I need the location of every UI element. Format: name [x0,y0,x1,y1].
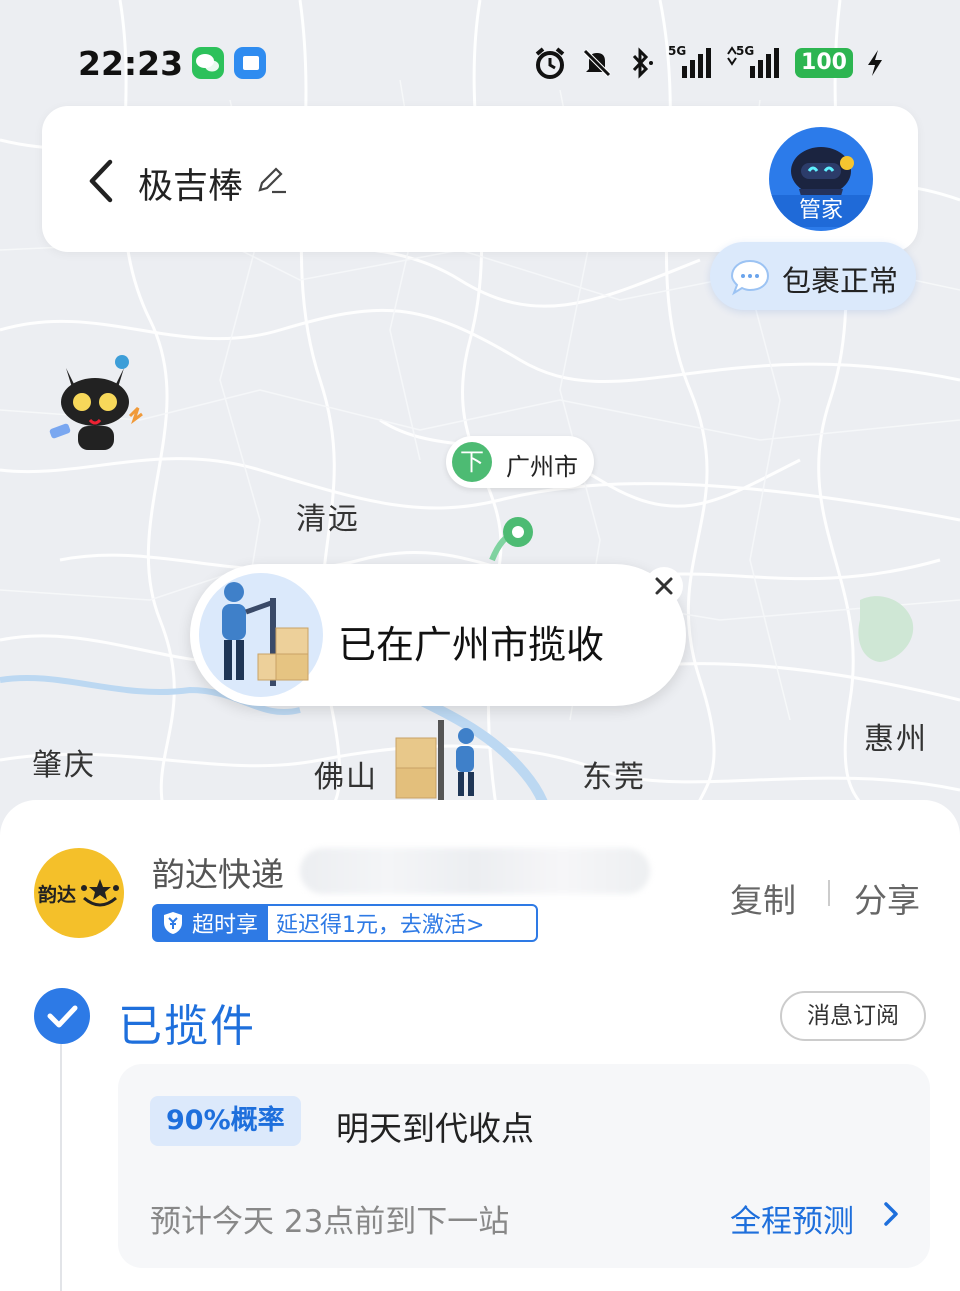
back-arrow-icon[interactable] [84,156,118,206]
subscribe-messages-button[interactable]: 消息订阅 [780,991,926,1041]
origin-city-tag[interactable]: 下 广州市 [446,436,594,488]
badge-offer[interactable]: 延迟得1元，去激活> [268,907,484,939]
probability-badge: 90%概率 [150,1096,301,1146]
city-label-dongguan: 东莞 [582,760,646,795]
tracking-number-redacted [300,848,650,894]
close-icon[interactable] [644,566,684,606]
full-forecast-link[interactable]: 全程预测 [730,1196,854,1241]
package-status-text: 包裹正常 [782,264,899,298]
alarm-icon [532,44,568,82]
yunda-logo: 韵达 [34,848,124,938]
butler-assistant-button[interactable]: 管家 [766,124,876,234]
courier-worker-illustration-icon [395,720,474,800]
chevron-right-icon[interactable] [880,1200,902,1228]
share-button[interactable]: 分享 [854,874,920,922]
badge-label-block: 超时享 [154,906,269,940]
city-label-qingyuan: 清远 [296,502,360,537]
courier-name: 韵达快递 [152,855,284,894]
chat-bubble-icon [730,259,770,296]
tmall-cat-mascot-icon[interactable] [44,350,154,460]
signal1-label: 5G [668,44,687,58]
signal-5g-icon: 5G [668,44,716,82]
status-bar: 22:23 5G 5G 100 [0,0,960,100]
logo-text: 韵达 [38,884,77,906]
pin-city-label: 广州市 [506,453,578,481]
checkmark-icon [34,988,90,1044]
pickup-status-text: 已在广州市揽收 [338,623,605,667]
pin-badge: 下 [452,442,492,482]
package-status-bubble[interactable]: 包裹正常 [710,242,916,310]
wechat-icon [192,47,224,79]
eta-text: 预计今天 23点前到下一站 [150,1204,510,1240]
signal2-label: 5G [736,44,755,58]
timeline-line [60,1044,62,1291]
route-origin-marker-icon[interactable] [496,512,540,556]
mute-bell-icon [580,44,614,82]
app-notification-icon [234,47,266,79]
bluetooth-icon [624,44,658,82]
edit-pencil-icon[interactable] [254,162,288,196]
butler-label: 管家 [769,195,873,227]
page-title[interactable]: 极吉棒 [138,158,243,209]
city-label-huizhou: 惠州 [864,722,928,757]
overtime-compensation-badge[interactable]: 超时享 延迟得1元，去激活> [152,904,538,942]
divider [828,880,830,906]
status-time: 22:23 [78,44,184,83]
copy-button[interactable]: 复制 [730,874,796,922]
battery-level: 100 [795,48,853,78]
city-label-zhaoqing: 肇庆 [32,748,96,783]
pickup-status-popup[interactable]: 已在广州市揽收 [190,564,686,706]
prediction-text: 明天到代收点 [336,1109,534,1148]
battery-icon: 100 [794,44,854,82]
courier-pickup-illustration-icon [199,573,323,697]
charging-icon [862,44,888,82]
shield-yen-icon [164,912,182,934]
tracking-state: 已揽件 [118,1001,256,1052]
city-label-foshan: 佛山 [314,760,378,795]
signal-5g-secondary-icon: 5G [726,44,784,82]
smile-star-icon [81,879,119,907]
badge-label: 超时享 [192,913,259,938]
